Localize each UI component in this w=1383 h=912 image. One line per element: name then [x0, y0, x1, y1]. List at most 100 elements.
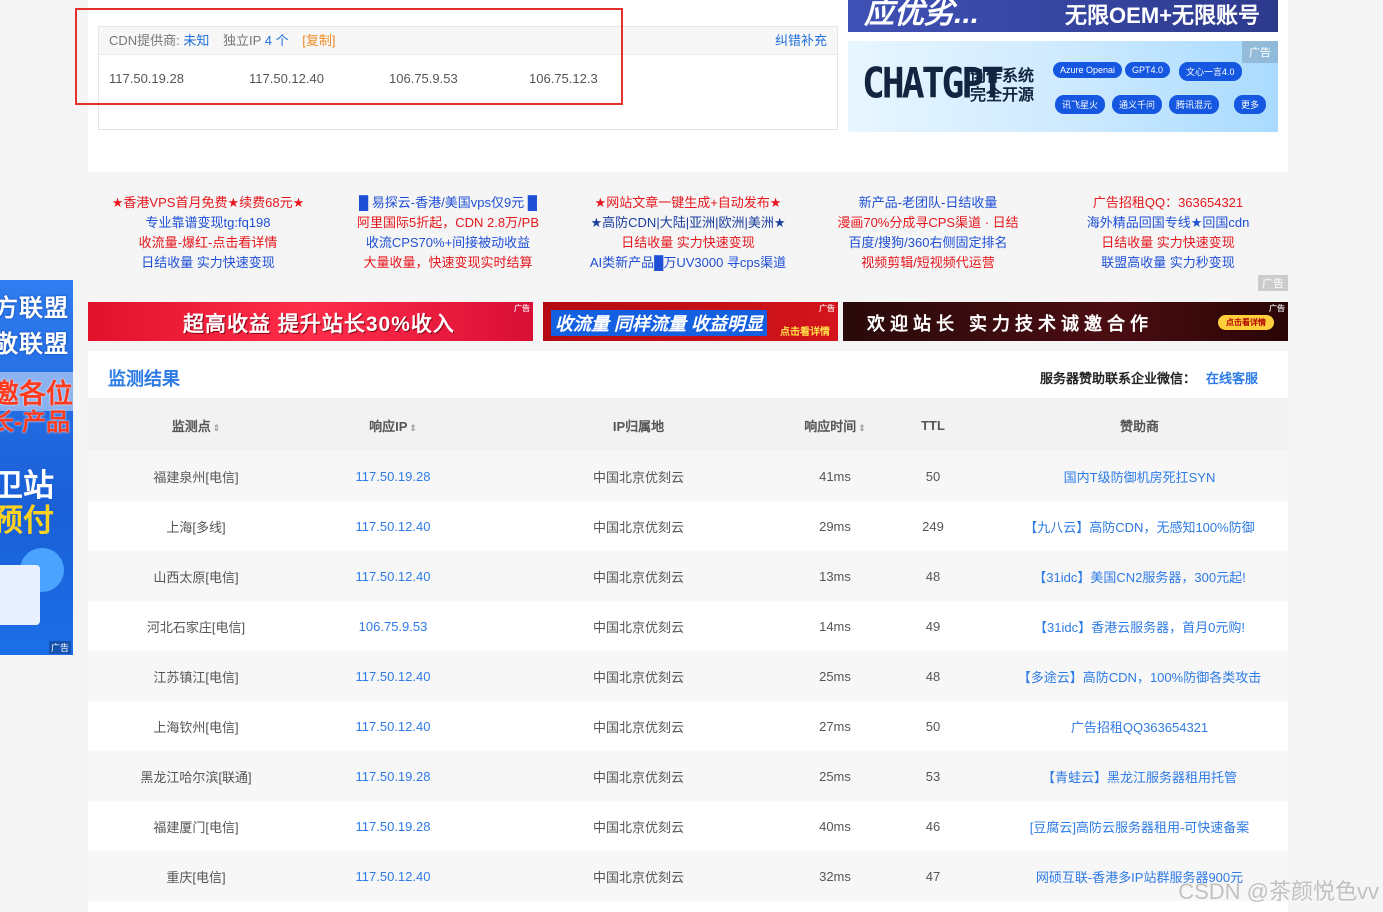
cell-ip[interactable]: 117.50.19.28 [304, 451, 482, 501]
text-ad-link[interactable]: 日结收量 实力快速变现 [1048, 233, 1288, 253]
cell-sponsor[interactable]: 【31idc】香港云服务器，首月0元购! [991, 601, 1288, 651]
banner-detail-button[interactable]: 点击看详情 [1218, 315, 1274, 330]
chatgpt-ad-sub1: 创作系统 [970, 68, 1035, 85]
ad-tag: 广告 [1242, 41, 1278, 63]
online-service-link[interactable]: 在线客服 [1206, 371, 1258, 386]
banner-text: 欢迎站长 实力技术诚邀合作 [867, 314, 1153, 334]
text-ad-link[interactable]: AI类新产品█万UV3000 寻cps渠道 [568, 253, 808, 273]
bar-chart-icon [0, 565, 40, 625]
banner-detail-text: 点击看详情 [780, 327, 830, 338]
cell-sponsor[interactable]: 【多途云】高防CDN，100%防御各类攻击 [991, 651, 1288, 701]
col-header-time[interactable]: 响应时间 ⇕ [795, 399, 875, 451]
table-row: 福建厦门[电信] 117.50.19.28 中国北京优刻云 40ms 46 [豆腐云]高防… [88, 801, 1288, 851]
sort-icon[interactable]: ⇕ [409, 423, 417, 433]
cell-ip[interactable]: 117.50.12.40 [304, 701, 482, 751]
cell-ip[interactable]: 117.50.12.40 [304, 551, 482, 601]
text-ad-link[interactable]: 漫画70%分成寻CPS渠道 · 日结 [808, 213, 1048, 233]
cell-ip[interactable]: 117.50.19.28 [304, 801, 482, 851]
cell-region: 中国北京优刻云 [482, 701, 795, 751]
cell-location: 福建泉州[电信] [88, 451, 304, 501]
cell-response-time: 40ms [795, 801, 875, 851]
cell-response-time: 41ms [795, 451, 875, 501]
text-ad-column: ★香港VPS首月免费★续费68元★ 专业靠谱变现tg:fq198 收流量-爆红-… [88, 193, 328, 273]
text-ad-link[interactable]: 日结收量 实力快速变现 [568, 233, 808, 253]
cell-ttl: 53 [875, 751, 991, 801]
table-row: 河北石家庄[电信] 106.75.9.53 中国北京优刻云 14ms 49 【31idc】… [88, 601, 1288, 651]
text-ad-link[interactable]: █ 易探云-香港/美国vps仅9元 █ [328, 193, 568, 213]
left-floating-ad[interactable]: 方联盟 敬联盟 邀各位 长-产品 卫站 预付 广告 [0, 280, 73, 655]
table-row: 上海钦州[电信] 117.50.12.40 中国北京优刻云 27ms 50 广告招租QQ3… [88, 701, 1288, 751]
chatgpt-ad-subtitle: 创作系统 完全开源 [970, 67, 1034, 105]
col-header-region: IP归属地 [482, 399, 795, 451]
cell-ttl: 249 [875, 501, 991, 551]
cell-region: 中国北京优刻云 [482, 451, 795, 501]
left-ad-line: 预付 [0, 503, 54, 538]
col-header-label: 响应时间 [804, 418, 857, 434]
cell-location: 黑龙江哈尔滨[联通] [88, 751, 304, 801]
cell-sponsor[interactable]: 国内T级防御机房死扛SYN [991, 451, 1288, 501]
text-ad-link[interactable]: ★香港VPS首月免费★续费68元★ [88, 193, 328, 213]
col-header-label: TTL [921, 417, 945, 433]
chatgpt-ad[interactable]: CHATGPT 创作系统 完全开源 Azure Openai GPT4.0 文心… [848, 41, 1278, 132]
text-ad-link[interactable]: 大量收量，快速变现实时结算 [328, 253, 568, 273]
sort-icon[interactable]: ⇕ [858, 423, 866, 433]
cell-ttl: 48 [875, 651, 991, 701]
top-banner-ad[interactable]: 应优劣... 无限OEM+无限账号 [848, 0, 1278, 32]
col-header-location[interactable]: 监测点 ⇕ [88, 399, 304, 451]
cell-ttl: 47 [875, 851, 991, 901]
cell-sponsor[interactable]: 【31idc】美国CN2服务器，300元起! [991, 551, 1288, 601]
cell-sponsor[interactable]: 【青蛙云】黑龙江服务器租用托管 [991, 751, 1288, 801]
cell-ip[interactable]: 117.50.19.28 [304, 751, 482, 801]
cell-location: 上海[多线] [88, 501, 304, 551]
text-ad-link[interactable]: 百度/搜狗/360右侧固定排名 [808, 233, 1048, 253]
text-ad-link[interactable]: 收流CPS70%+间接被动收益 [328, 233, 568, 253]
cell-region: 中国北京优刻云 [482, 651, 795, 701]
banner-ad-income[interactable]: 超高收益 提升站长30%收入 广告 [88, 302, 533, 341]
cell-location: 福建厦门[电信] [88, 801, 304, 851]
col-header-ip[interactable]: 响应IP ⇕ [304, 399, 482, 451]
text-ad-link[interactable]: ★网站文章一键生成+自动发布★ [568, 193, 808, 213]
table-row: 重庆[电信] 117.50.12.40 中国北京优刻云 32ms 47 网硕互联-香港多I… [88, 851, 1288, 901]
text-ad-link[interactable]: 收流量-爆红-点击看详情 [88, 233, 328, 253]
cell-region: 中国北京优刻云 [482, 601, 795, 651]
ad-tag: 广告 [819, 304, 835, 313]
cell-ttl: 50 [875, 701, 991, 751]
text-ad-link[interactable]: 新产品-老团队-日结收量 [808, 193, 1048, 213]
text-ad-link[interactable]: 阿里国际5折起，CDN 2.8万/PB [328, 213, 568, 233]
cell-sponsor[interactable]: [豆腐云]高防云服务器租用-可快速备案 [991, 801, 1288, 851]
left-ad-line: 长-产品 [0, 409, 70, 436]
text-ad-link[interactable]: 联盟高收量 实力秒变现 [1048, 253, 1288, 273]
ad-tag: 广告 [1258, 275, 1288, 291]
text-ad-link[interactable]: 专业靠谱变现tg:fq198 [88, 213, 328, 233]
col-header-sponsor: 赞助商 [991, 399, 1288, 451]
results-header: 监测结果 服务器赞助联系企业微信： 在线客服 [88, 351, 1288, 399]
col-header-label: 响应IP [369, 418, 408, 434]
banner-ad-traffic[interactable]: 收流量 同样流量 收益明显 点击看详情 广告 [543, 302, 838, 341]
ad-tag: 广告 [48, 641, 71, 654]
cell-ip[interactable]: 117.50.12.40 [304, 501, 482, 551]
text-ad-link[interactable]: 视频剪辑/短视频代运营 [808, 253, 1048, 273]
cell-sponsor[interactable]: 广告招租QQ363654321 [991, 701, 1288, 751]
top-banner-left-text: 应优劣... [864, 0, 980, 30]
text-ad-link[interactable]: 广告招租QQ：363654321 [1048, 193, 1288, 213]
ad-pill: 更多 [1234, 95, 1267, 114]
cell-location: 山西太原[电信] [88, 551, 304, 601]
ad-pill: GPT4.0 [1125, 62, 1171, 78]
cell-response-time: 25ms [795, 751, 875, 801]
report-error-link[interactable]: 纠错补充 [775, 27, 827, 55]
text-ad-column: █ 易探云-香港/美国vps仅9元 █ 阿里国际5折起，CDN 2.8万/PB … [328, 193, 568, 273]
text-ad-column: 广告招租QQ：363654321 海外精品回国专线★回国cdn 日结收量 实力快… [1048, 193, 1288, 273]
cell-sponsor[interactable]: 【九八云】高防CDN，无感知100%防御 [991, 501, 1288, 551]
cell-location: 河北石家庄[电信] [88, 601, 304, 651]
table-row: 黑龙江哈尔滨[联通] 117.50.19.28 中国北京优刻云 25ms 53 【青蛙云】… [88, 751, 1288, 801]
banner-ad-cooperation[interactable]: 欢迎站长 实力技术诚邀合作 点击看详情 广告 [843, 302, 1288, 341]
text-ad-link[interactable]: ★高防CDN|大陆|亚洲|欧洲|美洲★ [568, 213, 808, 233]
cell-ip[interactable]: 106.75.9.53 [304, 601, 482, 651]
text-ad-link[interactable]: 日结收量 实力快速变现 [88, 253, 328, 273]
cell-response-time: 32ms [795, 851, 875, 901]
text-ad-link[interactable]: 海外精品回国专线★回国cdn [1048, 213, 1288, 233]
sort-icon[interactable]: ⇕ [213, 423, 221, 433]
cell-ip[interactable]: 117.50.12.40 [304, 851, 482, 901]
cell-region: 中国北京优刻云 [482, 501, 795, 551]
cell-ip[interactable]: 117.50.12.40 [304, 651, 482, 701]
